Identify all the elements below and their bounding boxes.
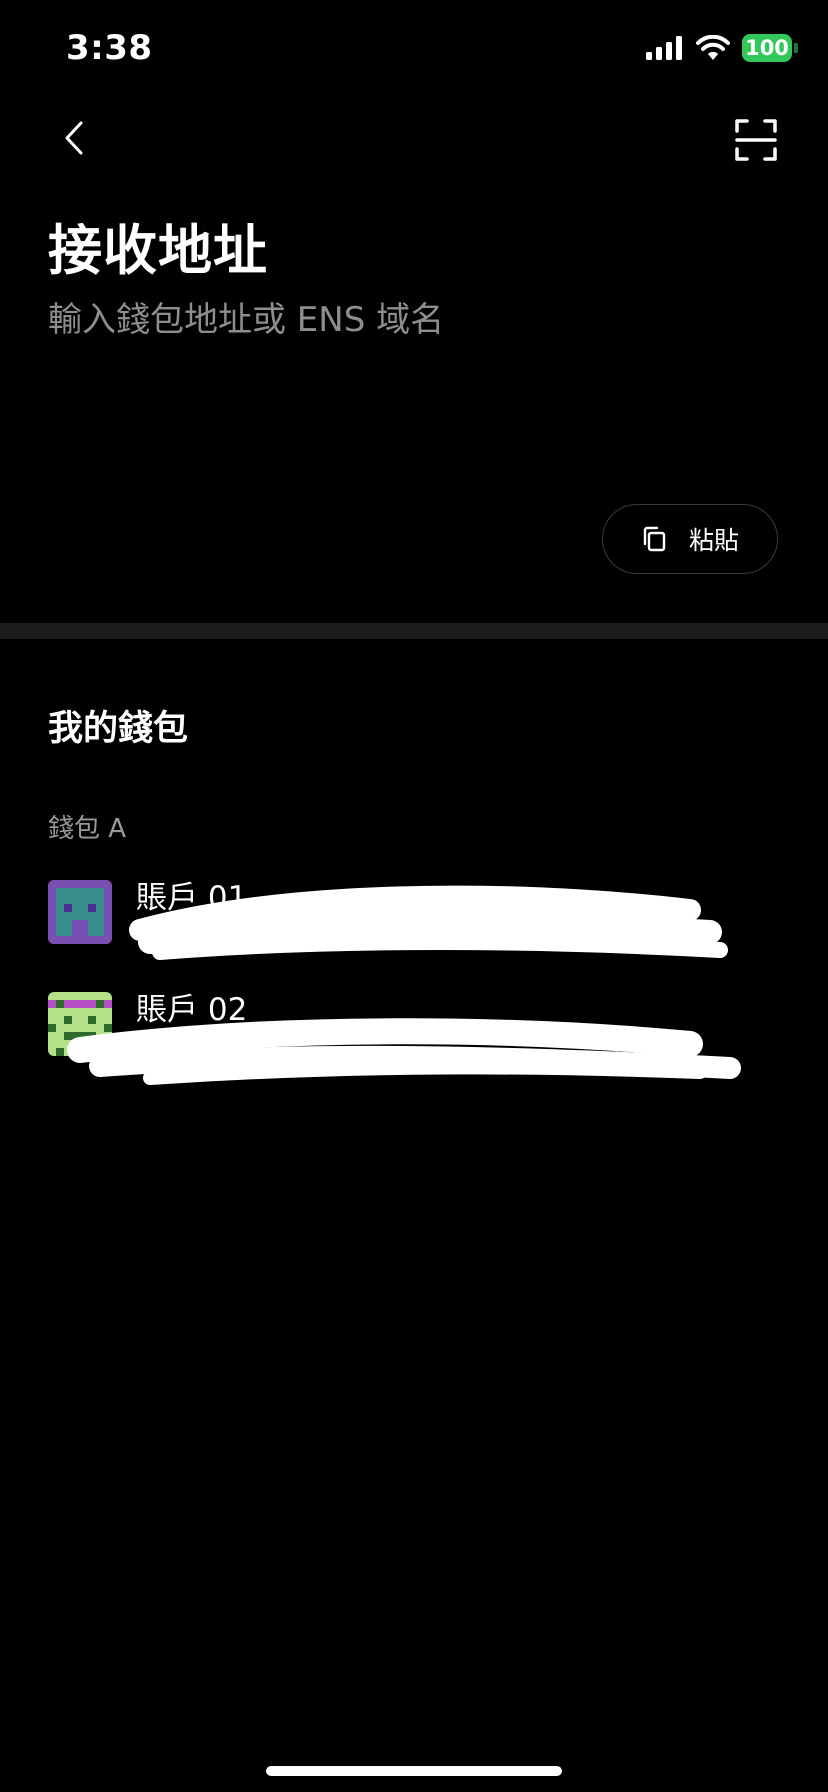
page-title: 接收地址 (48, 219, 268, 282)
scan-button[interactable] (734, 118, 778, 162)
paste-label: 粘貼 (688, 526, 739, 555)
copy-icon (643, 526, 666, 552)
wifi-icon (696, 35, 730, 60)
wallet-group-label: 錢包 A (48, 814, 127, 844)
home-indicator (266, 1766, 562, 1776)
account-row-02[interactable]: 賬戶 02 0 7/e (48, 984, 788, 1061)
account-row-01[interactable]: 賬戶 01 0 57ea9 (48, 872, 788, 949)
back-button[interactable] (54, 116, 94, 160)
chevron-left-icon (65, 121, 83, 155)
status-icons: 100 (646, 34, 798, 62)
signal-icon (646, 36, 682, 60)
address-input[interactable] (48, 300, 778, 340)
account-address: 0 7/e (136, 1036, 645, 1061)
account-name: 賬戶 01 (136, 880, 248, 916)
account-name: 賬戶 02 (136, 992, 248, 1028)
scan-icon (735, 119, 777, 161)
avatar (48, 992, 112, 1056)
section-divider (0, 623, 828, 639)
account-address: 0 57ea9 (136, 924, 660, 949)
status-time: 3:38 (66, 28, 153, 68)
battery-icon: 100 (742, 34, 798, 62)
avatar (48, 880, 112, 944)
battery-level: 100 (742, 34, 792, 62)
paste-button[interactable]: 粘貼 (602, 504, 778, 574)
my-wallets-title: 我的錢包 (48, 709, 189, 749)
